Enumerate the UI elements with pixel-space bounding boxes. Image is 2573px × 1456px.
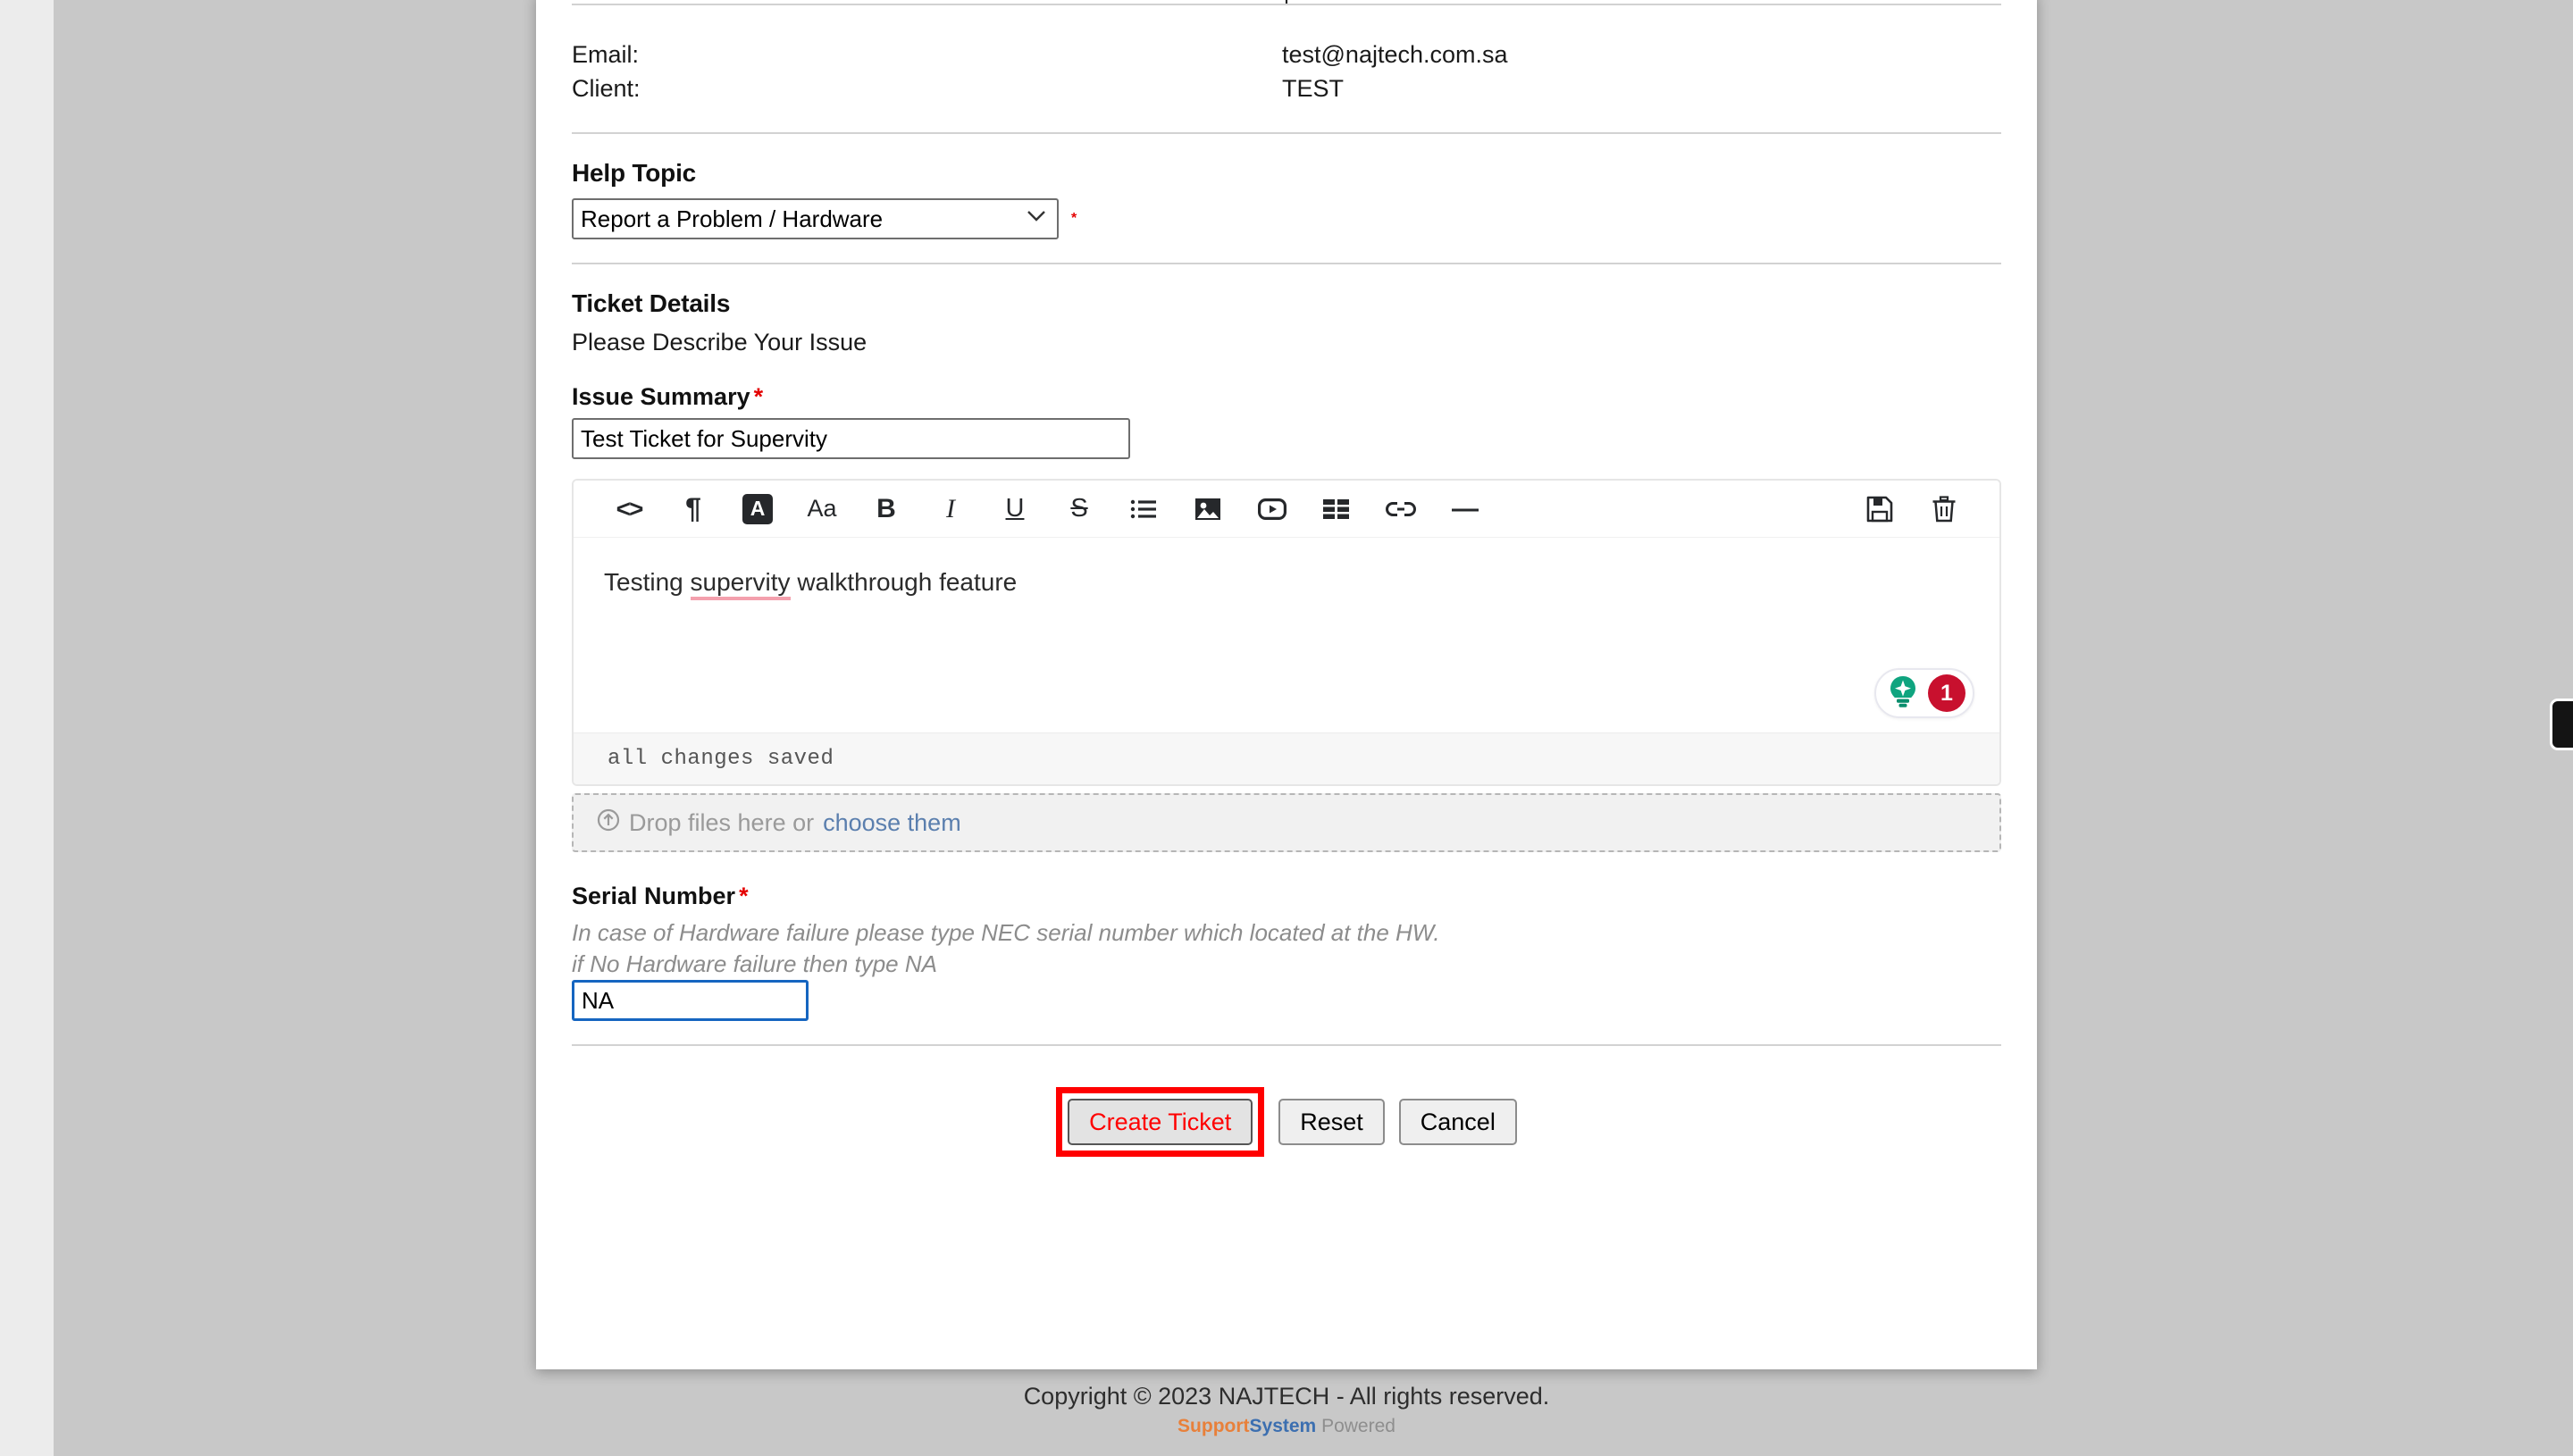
- table-icon[interactable]: [1304, 484, 1369, 534]
- image-icon[interactable]: [1176, 484, 1240, 534]
- serial-number-input[interactable]: [572, 980, 809, 1021]
- info-row-client: Client: TEST: [572, 71, 2001, 105]
- issue-summary-label-text: Issue Summary: [572, 383, 750, 410]
- help-topic-section: Help Topic Report a Problem / Hardware *: [572, 134, 2001, 263]
- underline-icon[interactable]: U: [983, 484, 1047, 534]
- font-size-icon-glyph: Aa: [807, 495, 837, 522]
- bullet-list-icon[interactable]: [1111, 484, 1176, 534]
- issue-summary-input[interactable]: [572, 418, 1130, 459]
- app-page: | Email: test@najtech.com.sa Client: TES…: [0, 0, 2573, 1456]
- issue-summary-required-mark: *: [753, 383, 764, 410]
- email-value: test@najtech.com.sa: [1282, 41, 1508, 68]
- side-panel-handle[interactable]: [2550, 699, 2573, 750]
- email-label: Email:: [572, 41, 640, 68]
- create-ticket-button[interactable]: Create Ticket: [1068, 1099, 1253, 1145]
- ticket-details-title: Ticket Details: [572, 289, 731, 317]
- editor-text-after: walkthrough feature: [790, 568, 1018, 596]
- editor-text-content: Testing supervity walkthrough feature: [604, 566, 1969, 600]
- link-icon[interactable]: [1369, 484, 1433, 534]
- italic-icon[interactable]: I: [918, 484, 983, 534]
- brand-system-text: System: [1249, 1416, 1317, 1436]
- bold-icon[interactable]: B: [854, 484, 918, 534]
- dropzone-text: Drop files here or: [629, 808, 815, 836]
- code-icon-glyph: <>: [616, 494, 644, 523]
- serial-number-required-mark: *: [739, 883, 749, 909]
- ticket-details-section: Ticket Details Please Describe Your Issu…: [572, 264, 2001, 1044]
- create-ticket-highlight: Create Ticket: [1056, 1087, 1265, 1157]
- serial-number-hint-line-1: In case of Hardware failure please type …: [572, 919, 1440, 946]
- help-topic-title: Help Topic: [572, 159, 697, 187]
- strikethrough-icon-glyph: S: [1070, 494, 1088, 523]
- brand-powered-text: Powered: [1321, 1416, 1395, 1436]
- bold-icon-glyph: B: [876, 493, 896, 523]
- horizontal-rule-icon[interactable]: —: [1433, 484, 1497, 534]
- rich-text-editor: <> ¶ A Aa B I U S — Testing supervity wa…: [572, 479, 2001, 786]
- italic-icon-glyph: I: [946, 493, 955, 523]
- editor-text-before: Testing: [604, 568, 691, 596]
- choose-files-link[interactable]: choose them: [823, 809, 961, 837]
- font-size-icon[interactable]: Aa: [790, 484, 854, 534]
- strikethrough-icon[interactable]: S: [1047, 484, 1111, 534]
- page-left-strip: [0, 0, 54, 1456]
- page-footer: Copyright © 2023 NAJTECH - All rights re…: [0, 1383, 2573, 1437]
- delete-icon[interactable]: [1912, 484, 1976, 534]
- cancel-button[interactable]: Cancel: [1398, 1099, 1517, 1145]
- serial-number-label-text: Serial Number: [572, 883, 736, 909]
- client-value: TEST: [1282, 75, 1345, 102]
- ticket-form-card: | Email: test@najtech.com.sa Client: TES…: [536, 0, 2037, 1369]
- help-topic-required-mark: *: [1071, 211, 1077, 226]
- requester-info-block: Email: test@najtech.com.sa Client: TEST: [572, 5, 2001, 132]
- info-row-email: Email: test@najtech.com.sa: [572, 38, 2001, 71]
- save-icon[interactable]: [1848, 484, 1912, 534]
- horizontal-rule-icon-glyph: —: [1452, 493, 1479, 523]
- footer-brand: SupportSystem Powered: [0, 1416, 2573, 1437]
- editor-body[interactable]: Testing supervity walkthrough feature 1: [574, 538, 1999, 732]
- client-label: Client:: [572, 75, 641, 102]
- help-topic-select[interactable]: Report a Problem / Hardware: [572, 198, 1059, 239]
- grammarly-suggestion-count: 1: [1928, 674, 1965, 712]
- ticket-details-subtitle: Please Describe Your Issue: [572, 329, 867, 356]
- brand-support-text: Support: [1178, 1416, 1250, 1436]
- serial-number-hint-line-2: if No Hardware failure then type NA: [572, 950, 937, 977]
- serial-number-field: Serial Number * In case of Hardware failu…: [572, 883, 2001, 1021]
- reset-button[interactable]: Reset: [1278, 1099, 1385, 1145]
- text-color-icon[interactable]: A: [725, 484, 790, 534]
- grammarly-widget[interactable]: 1: [1874, 668, 1974, 718]
- editor-toolbar: <> ¶ A Aa B I U S —: [574, 481, 1999, 538]
- text-color-icon-glyph: A: [742, 493, 773, 524]
- code-icon[interactable]: <>: [597, 484, 661, 534]
- video-icon[interactable]: [1240, 484, 1304, 534]
- serial-number-label: Serial Number *: [572, 883, 2001, 910]
- issue-summary-label: Issue Summary *: [572, 383, 2001, 411]
- editor-misspelled-word: supervity: [690, 568, 791, 600]
- paragraph-icon-glyph: ¶: [685, 492, 701, 524]
- lightbulb-icon: [1883, 672, 1923, 715]
- upload-circle-icon: [597, 808, 620, 838]
- underline-icon-glyph: U: [1005, 494, 1025, 523]
- paragraph-icon[interactable]: ¶: [661, 484, 725, 534]
- file-dropzone[interactable]: Drop files here or choose them: [572, 793, 2001, 852]
- footer-copyright: Copyright © 2023 NAJTECH - All rights re…: [1023, 1383, 1550, 1410]
- editor-save-status: all changes saved: [574, 732, 1999, 784]
- form-actions: Create Ticket Reset Cancel: [572, 1046, 2001, 1191]
